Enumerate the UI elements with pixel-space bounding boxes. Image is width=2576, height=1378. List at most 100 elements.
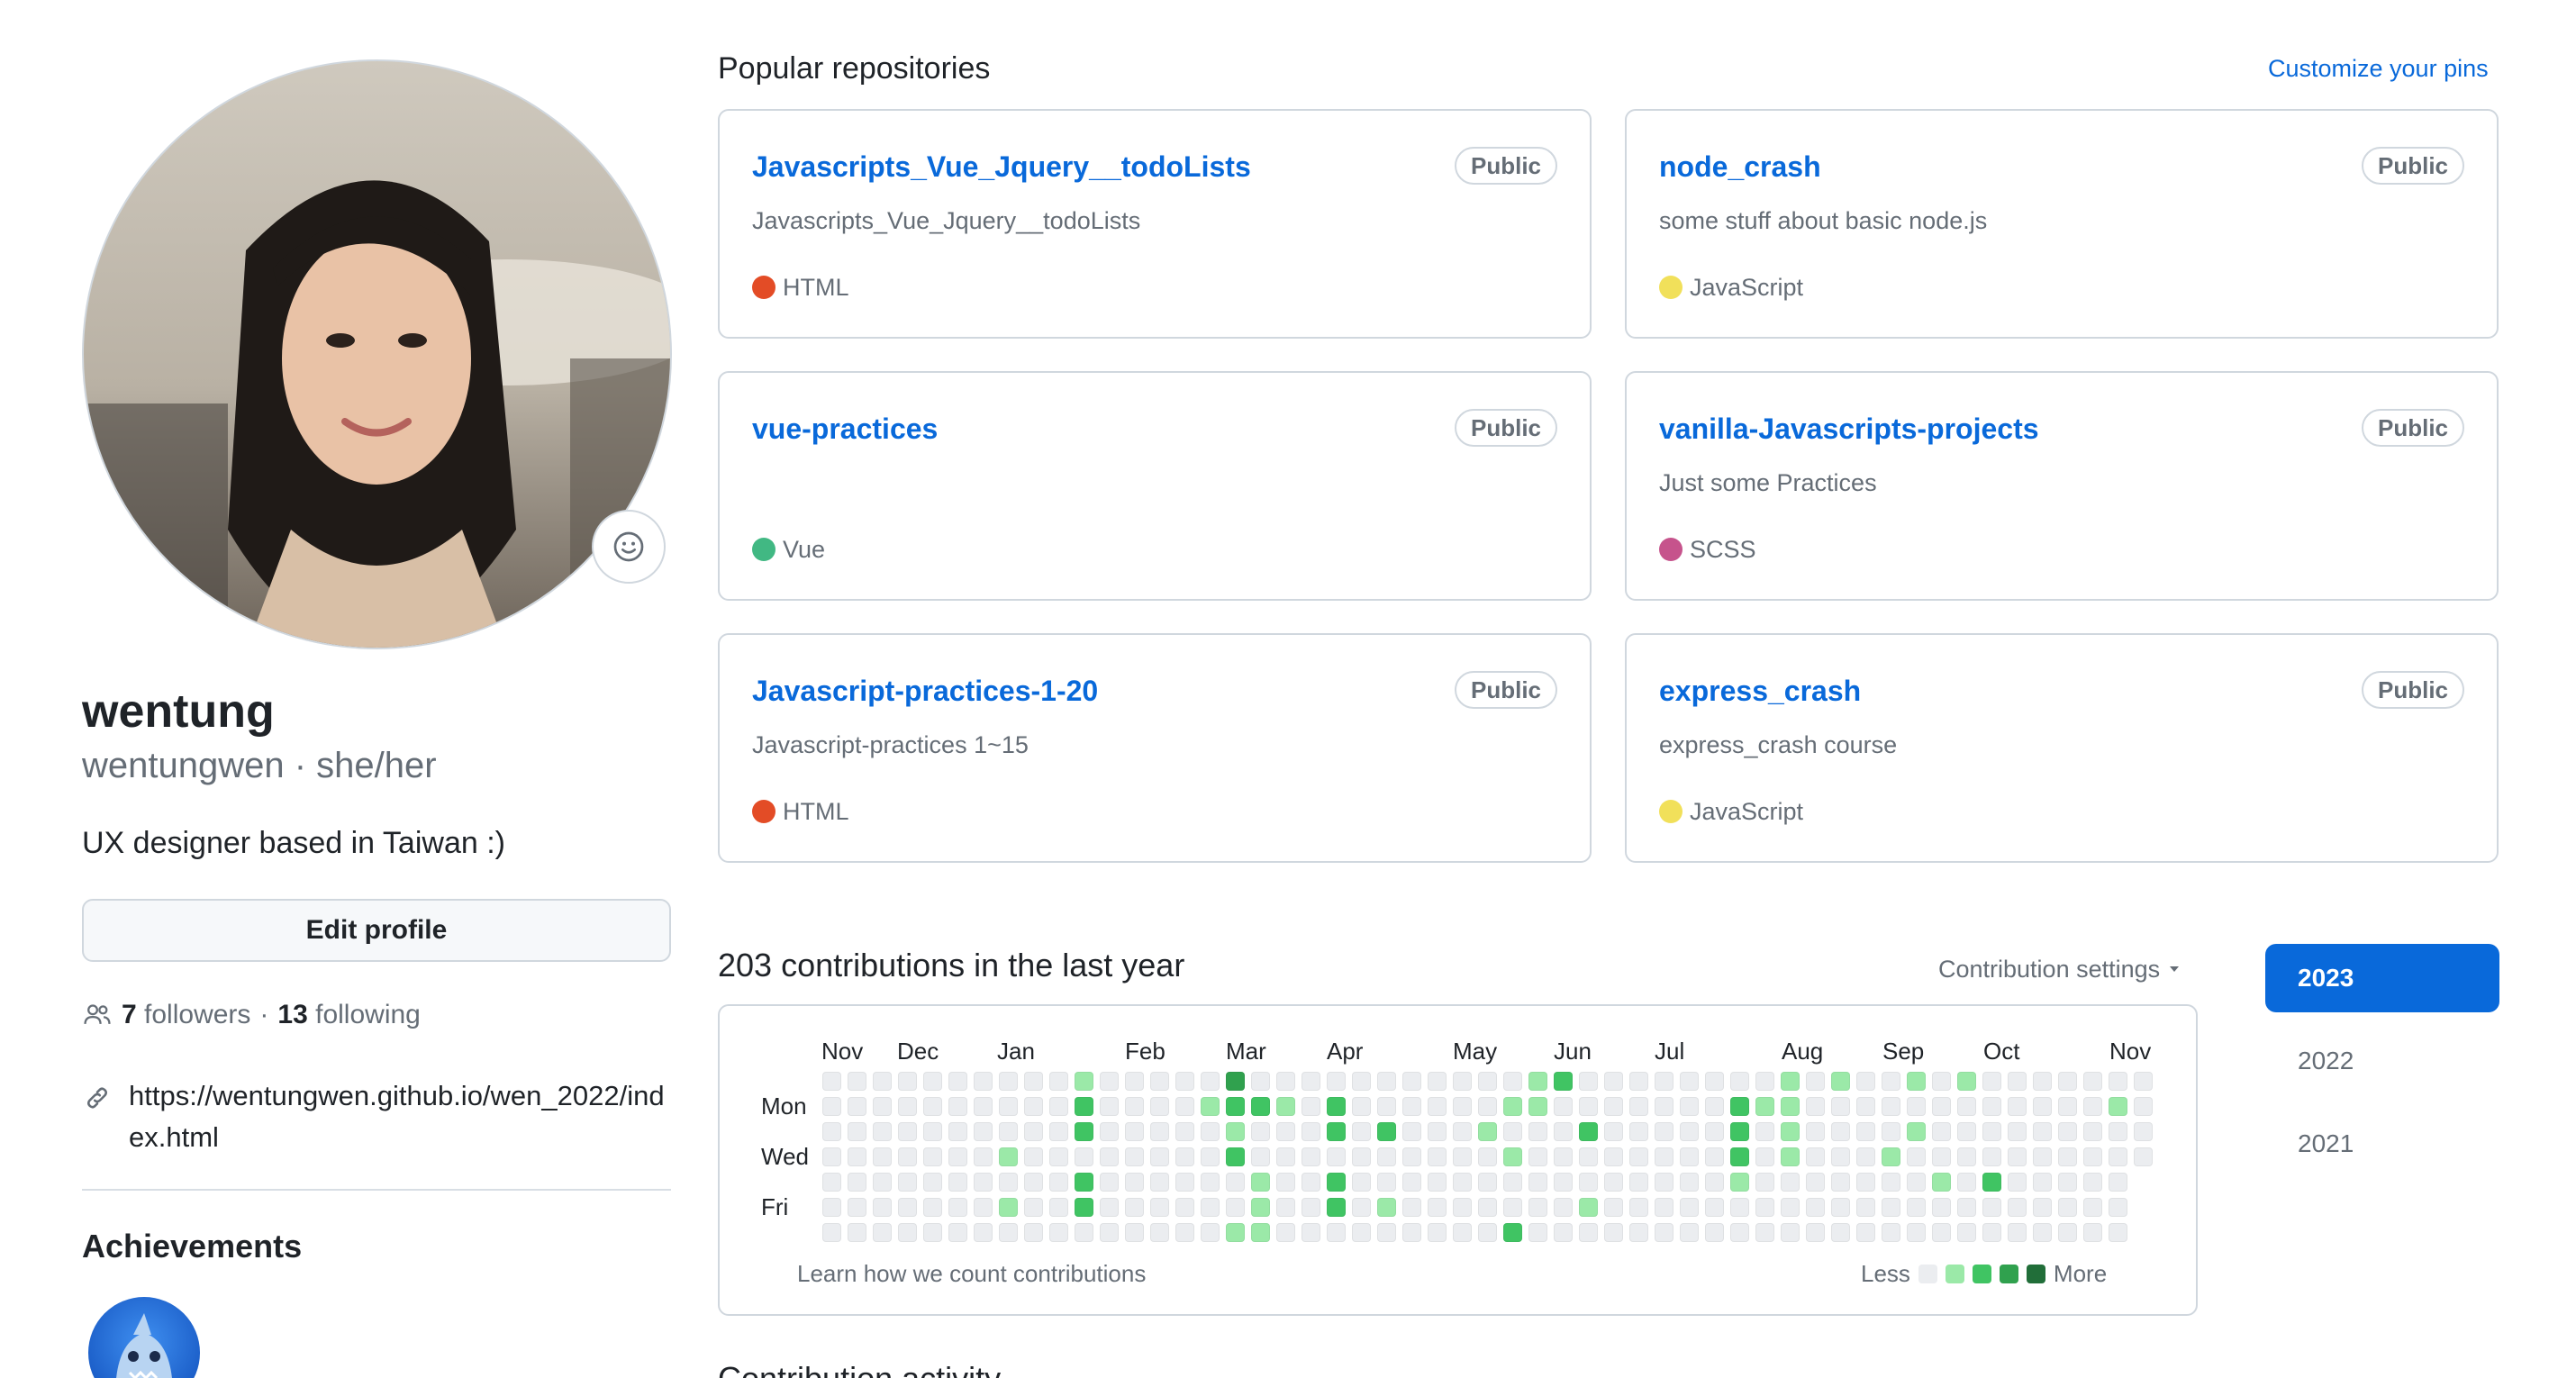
contribution-cell[interactable] [1503,1223,1522,1242]
contribution-cell[interactable] [1730,1198,1749,1217]
contribution-cell[interactable] [2058,1097,2077,1116]
contribution-cell[interactable] [1226,1147,1245,1166]
contribution-cell[interactable] [1907,1097,1926,1116]
contribution-cell[interactable] [1327,1147,1346,1166]
contribution-cell[interactable] [848,1072,866,1091]
contribution-cell[interactable] [1755,1147,1774,1166]
contribution-cell[interactable] [1201,1147,1220,1166]
contribution-cell[interactable] [948,1122,967,1141]
contribution-cell[interactable] [1856,1072,1875,1091]
contribution-cell[interactable] [1478,1198,1497,1217]
contribution-cell[interactable] [1402,1072,1421,1091]
contribution-cell[interactable] [1730,1223,1749,1242]
contribution-cell[interactable] [1302,1122,1320,1141]
contribution-cell[interactable] [1428,1173,1447,1192]
contribution-cell[interactable] [974,1223,993,1242]
contribution-cell[interactable] [1024,1072,1043,1091]
contribution-cell[interactable] [1175,1147,1194,1166]
contribution-cell[interactable] [1781,1173,1800,1192]
contribution-cell[interactable] [1201,1173,1220,1192]
contribution-cell[interactable] [1831,1072,1850,1091]
contribution-cell[interactable] [1705,1223,1724,1242]
contribution-cell[interactable] [822,1147,841,1166]
contribution-cell[interactable] [1175,1072,1194,1091]
contribution-cell[interactable] [2033,1147,2052,1166]
contribution-cell[interactable] [2134,1147,2153,1166]
contribution-cell[interactable] [1100,1198,1119,1217]
contribution-cell[interactable] [1680,1122,1699,1141]
contribution-cell[interactable] [1680,1147,1699,1166]
contribution-cell[interactable] [2033,1198,2052,1217]
contribution-cell[interactable] [1806,1173,1825,1192]
contribution-cell[interactable] [948,1072,967,1091]
contribution-cell[interactable] [1932,1147,1951,1166]
contribution-cell[interactable] [923,1072,942,1091]
contribution-cell[interactable] [1201,1223,1220,1242]
shark-achievement-icon[interactable] [88,1297,200,1378]
contribution-cell[interactable] [848,1223,866,1242]
contribution-cell[interactable] [1302,1173,1320,1192]
contribution-cell[interactable] [1226,1173,1245,1192]
contribution-cell[interactable] [1554,1147,1573,1166]
contribution-cell[interactable] [2058,1173,2077,1192]
contribution-cell[interactable] [1100,1072,1119,1091]
contribution-cell[interactable] [1882,1122,1900,1141]
contribution-cell[interactable] [1806,1097,1825,1116]
contribution-cell[interactable] [1276,1198,1295,1217]
contribution-cell[interactable] [1503,1147,1522,1166]
contribution-cell[interactable] [2109,1072,2127,1091]
contribution-cell[interactable] [1276,1173,1295,1192]
contribution-cell[interactable] [1705,1173,1724,1192]
contribution-cell[interactable] [1100,1122,1119,1141]
contribution-cell[interactable] [822,1097,841,1116]
contribution-cell[interactable] [2109,1223,2127,1242]
contribution-cell[interactable] [1377,1223,1396,1242]
contribution-cell[interactable] [2008,1097,2027,1116]
contribution-cell[interactable] [1705,1147,1724,1166]
contribution-cell[interactable] [1579,1173,1598,1192]
contribution-cell[interactable] [1882,1173,1900,1192]
contribution-cell[interactable] [1755,1097,1774,1116]
contribution-cell[interactable] [1528,1223,1547,1242]
contribution-cell[interactable] [1755,1122,1774,1141]
contribution-cell[interactable] [948,1223,967,1242]
contribution-cell[interactable] [1680,1097,1699,1116]
contribution-cell[interactable] [1453,1223,1472,1242]
contribution-cell[interactable] [1856,1223,1875,1242]
contribution-cell[interactable] [1352,1223,1371,1242]
contribution-cell[interactable] [2008,1198,2027,1217]
contribution-cell[interactable] [1655,1198,1673,1217]
contribution-cell[interactable] [1856,1173,1875,1192]
contribution-cell[interactable] [848,1097,866,1116]
contribution-cell[interactable] [2058,1122,2077,1141]
contribution-cell[interactable] [1049,1122,1068,1141]
contribution-cell[interactable] [1629,1147,1648,1166]
contribution-cell[interactable] [1755,1198,1774,1217]
contribution-cell[interactable] [1175,1223,1194,1242]
contribution-cell[interactable] [1655,1122,1673,1141]
contribution-cell[interactable] [1125,1198,1144,1217]
contribution-cell[interactable] [873,1198,892,1217]
contribution-cell[interactable] [1781,1147,1800,1166]
contribution-cell[interactable] [1453,1173,1472,1192]
contribution-cell[interactable] [974,1072,993,1091]
website-link[interactable]: https://wentungwen.github.io/wen_2022/in… [129,1075,676,1158]
contribution-cell[interactable] [2083,1122,2102,1141]
contribution-cell[interactable] [1327,1173,1346,1192]
contribution-cell[interactable] [948,1147,967,1166]
contribution-cell[interactable] [2134,1072,2153,1091]
contribution-cell[interactable] [898,1173,917,1192]
contribution-cell[interactable] [1276,1147,1295,1166]
contribution-cell[interactable] [1201,1072,1220,1091]
contribution-cell[interactable] [1655,1097,1673,1116]
contribution-cell[interactable] [2033,1173,2052,1192]
contribution-cell[interactable] [999,1198,1018,1217]
contribution-cell[interactable] [2033,1097,2052,1116]
contribution-cell[interactable] [974,1147,993,1166]
contribution-cell[interactable] [1882,1198,1900,1217]
contribution-cell[interactable] [873,1147,892,1166]
contribution-cell[interactable] [1226,1072,1245,1091]
contribution-cell[interactable] [1302,1198,1320,1217]
contribution-cell[interactable] [1024,1198,1043,1217]
contribution-cell[interactable] [1150,1198,1169,1217]
